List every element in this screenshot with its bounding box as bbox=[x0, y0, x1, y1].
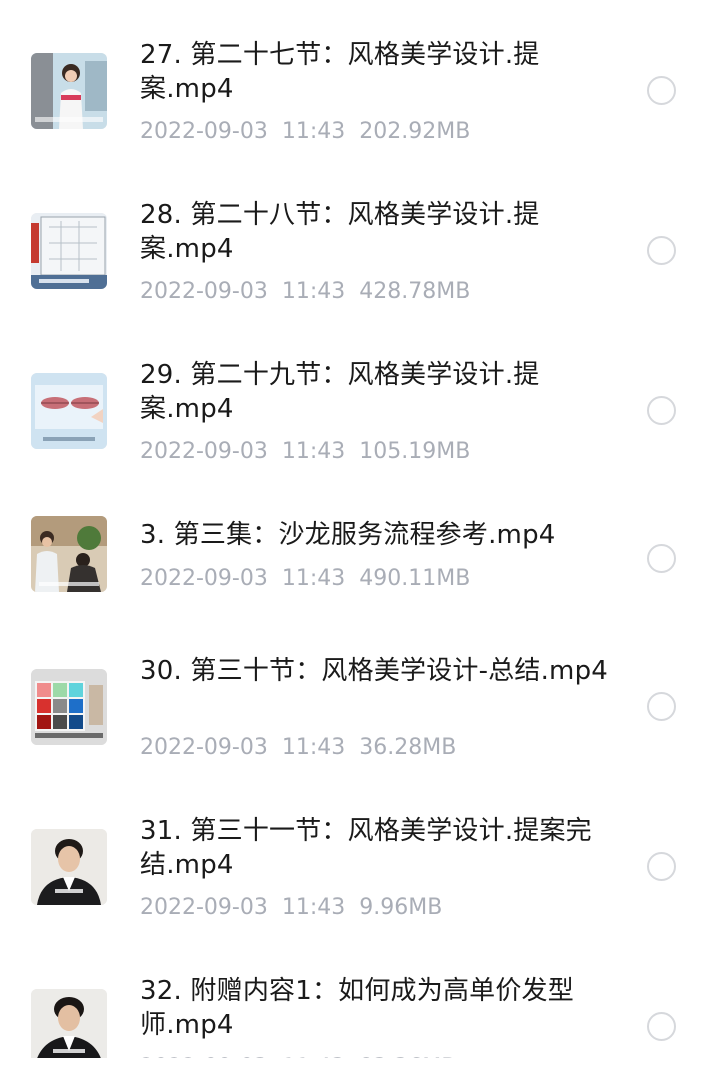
file-time: 11:43 bbox=[281, 895, 346, 920]
file-meta: 2022-09-03 11:43 428.78MB bbox=[140, 277, 610, 307]
file-meta: 2022-09-03 11:43 202.92MB bbox=[140, 117, 610, 147]
select-radio[interactable] bbox=[647, 1012, 676, 1041]
file-meta: 2022-09-03 11:43 490.11MB bbox=[140, 564, 610, 594]
file-row[interactable]: 27. 第二十七节：风格美学设计.提案.mp4 2022-09-03 11:43… bbox=[0, 10, 712, 170]
file-title: 30. 第三十节：风格美学设计-总结.mp4 bbox=[140, 656, 609, 686]
select-radio[interactable] bbox=[647, 852, 676, 881]
file-row[interactable]: 31. 第三十一节：风格美学设计.提案完结.mp4 2022-09-03 11:… bbox=[0, 786, 712, 946]
file-size: 36.28MB bbox=[359, 735, 457, 760]
file-date: 2022-09-03 bbox=[140, 735, 268, 760]
file-date: 2022-09-03 bbox=[140, 439, 268, 464]
file-size: 490.11MB bbox=[359, 566, 471, 591]
select-radio[interactable] bbox=[647, 236, 676, 265]
select-radio[interactable] bbox=[647, 544, 676, 573]
video-thumbnail[interactable] bbox=[31, 53, 107, 129]
file-date: 2022-09-03 bbox=[140, 119, 268, 144]
file-time: 11:43 bbox=[281, 566, 346, 591]
video-thumbnail[interactable] bbox=[31, 213, 107, 289]
file-title: 3. 第三集：沙龙服务流程参考.mp4 bbox=[140, 520, 556, 550]
video-thumbnail[interactable] bbox=[31, 989, 107, 1065]
file-title: 32. 附赠内容1：如何成为高单价发型师.mp4 bbox=[140, 976, 574, 1040]
file-row[interactable]: 30. 第三十节：风格美学设计-总结.mp4 2022-09-03 11:43 … bbox=[0, 626, 712, 786]
file-meta: 2022-09-03 11:43 36.28MB bbox=[140, 733, 610, 763]
file-row[interactable]: 28. 第二十八节：风格美学设计.提案.mp4 2022-09-03 11:43… bbox=[0, 170, 712, 330]
video-thumbnail[interactable] bbox=[31, 516, 107, 592]
video-thumbnail[interactable] bbox=[31, 373, 107, 449]
file-row[interactable]: 29. 第二十九节：风格美学设计.提案.mp4 2022-09-03 11:43… bbox=[0, 330, 712, 490]
file-time: 11:43 bbox=[281, 735, 346, 760]
file-time: 11:43 bbox=[281, 119, 346, 144]
file-title: 27. 第二十七节：风格美学设计.提案.mp4 bbox=[140, 40, 540, 104]
file-meta: 2022-09-03 11:43 105.19MB bbox=[140, 437, 610, 467]
file-date: 2022-09-03 bbox=[140, 895, 268, 920]
file-row[interactable]: 32. 附赠内容1：如何成为高单价发型师.mp4 2022-09-03 11:4… bbox=[0, 946, 712, 1066]
video-thumbnail[interactable] bbox=[31, 829, 107, 905]
file-size: 202.92MB bbox=[359, 119, 471, 144]
file-size: 9.96MB bbox=[359, 895, 443, 920]
file-size: 105.19MB bbox=[359, 439, 471, 464]
file-title: 31. 第三十一节：风格美学设计.提案完结.mp4 bbox=[140, 816, 592, 880]
file-title: 29. 第二十九节：风格美学设计.提案.mp4 bbox=[140, 360, 540, 424]
file-title: 28. 第二十八节：风格美学设计.提案.mp4 bbox=[140, 200, 540, 264]
select-radio[interactable] bbox=[647, 396, 676, 425]
file-date: 2022-09-03 bbox=[140, 279, 268, 304]
file-time: 11:43 bbox=[281, 279, 346, 304]
select-radio[interactable] bbox=[647, 76, 676, 105]
file-size: 428.78MB bbox=[359, 279, 471, 304]
file-meta: 2022-09-03 11:43 9.96MB bbox=[140, 893, 610, 923]
file-date: 2022-09-03 bbox=[140, 566, 268, 591]
video-thumbnail[interactable] bbox=[31, 669, 107, 745]
file-list: 27. 第二十七节：风格美学设计.提案.mp4 2022-09-03 11:43… bbox=[0, 0, 712, 1066]
file-time: 11:43 bbox=[281, 439, 346, 464]
select-radio[interactable] bbox=[647, 692, 676, 721]
scroll-clip-edge bbox=[0, 1058, 712, 1066]
